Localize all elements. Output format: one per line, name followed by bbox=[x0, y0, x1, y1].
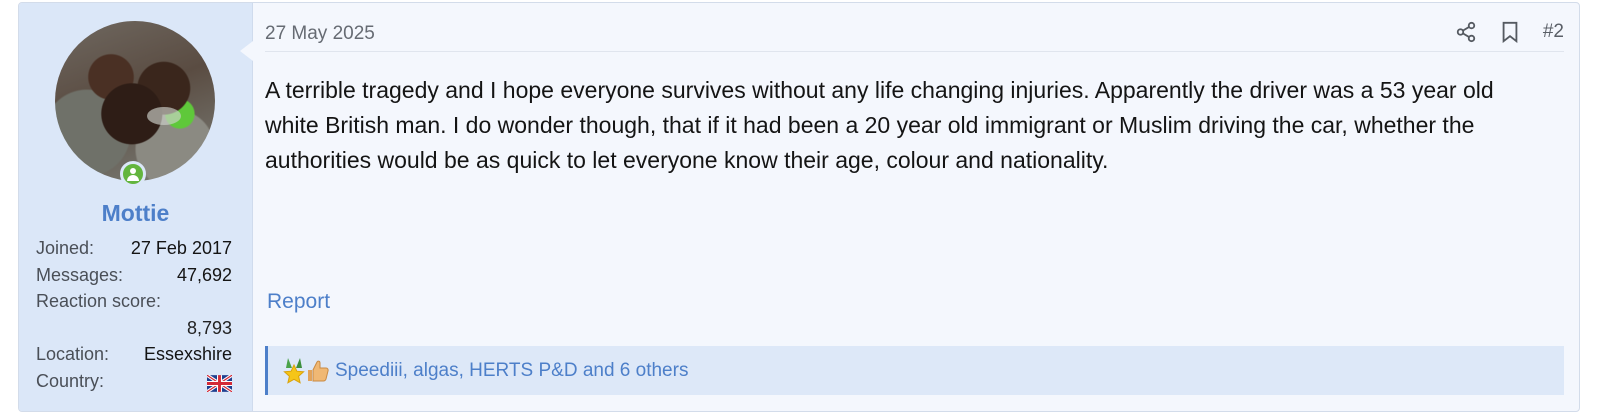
reaction-icons bbox=[282, 357, 330, 384]
online-user-icon bbox=[120, 161, 146, 187]
reaction-score-label: Reaction score: bbox=[36, 291, 162, 311]
thumbs-up-icon bbox=[308, 360, 329, 381]
joined-value: 27 Feb 2017 bbox=[130, 238, 232, 258]
winner-icon bbox=[283, 357, 305, 384]
location-row: Location: Essexshire bbox=[36, 341, 232, 368]
bookmark-icon[interactable] bbox=[1500, 19, 1520, 45]
country-row: Country: bbox=[36, 368, 233, 395]
post-actions: #2 bbox=[1432, 19, 1564, 45]
user-panel: Mottie Joined: 27 Feb 2017 Messages: 47,… bbox=[19, 3, 253, 411]
forum-post: Mottie Joined: 27 Feb 2017 Messages: 47,… bbox=[18, 2, 1580, 412]
uk-flag-icon bbox=[206, 373, 233, 393]
reaction-score-value: 8,793 bbox=[186, 317, 232, 338]
user-panel-pointer bbox=[240, 41, 253, 61]
joined-row: Joined: 27 Feb 2017 bbox=[36, 235, 232, 262]
country-label: Country: bbox=[36, 370, 105, 391]
reaction-score-row: Reaction score: bbox=[36, 288, 232, 315]
post-message: A terrible tragedy and I hope everyone s… bbox=[265, 77, 1494, 173]
share-icon[interactable] bbox=[1455, 19, 1477, 45]
location-value: Essexshire bbox=[143, 344, 232, 364]
post-number-link[interactable]: #2 bbox=[1543, 19, 1564, 45]
avatar[interactable] bbox=[55, 21, 215, 181]
reactions-bar[interactable]: Speediii, algas, HERTS P&D and 6 others bbox=[265, 346, 1564, 395]
post-header: 27 May 2025 #2 bbox=[265, 11, 1564, 52]
messages-label: Messages: bbox=[36, 264, 124, 285]
joined-label: Joined: bbox=[36, 238, 95, 258]
messages-row: Messages: 47,692 bbox=[36, 262, 232, 289]
post-date[interactable]: 27 May 2025 bbox=[265, 23, 375, 45]
post-main: 27 May 2025 #2 A terrible tragedy and I … bbox=[265, 3, 1564, 411]
messages-value: 47,692 bbox=[176, 264, 232, 285]
user-stats: Joined: 27 Feb 2017 Messages: 47,692 Rea… bbox=[36, 235, 233, 395]
avatar-photo-highlight bbox=[147, 107, 181, 125]
reactions-list-link[interactable]: Speediii, algas, HERTS P&D and 6 others bbox=[335, 360, 688, 382]
report-link[interactable]: Report bbox=[267, 290, 330, 314]
username-link[interactable]: Mottie bbox=[19, 200, 252, 227]
location-label: Location: bbox=[36, 344, 110, 364]
